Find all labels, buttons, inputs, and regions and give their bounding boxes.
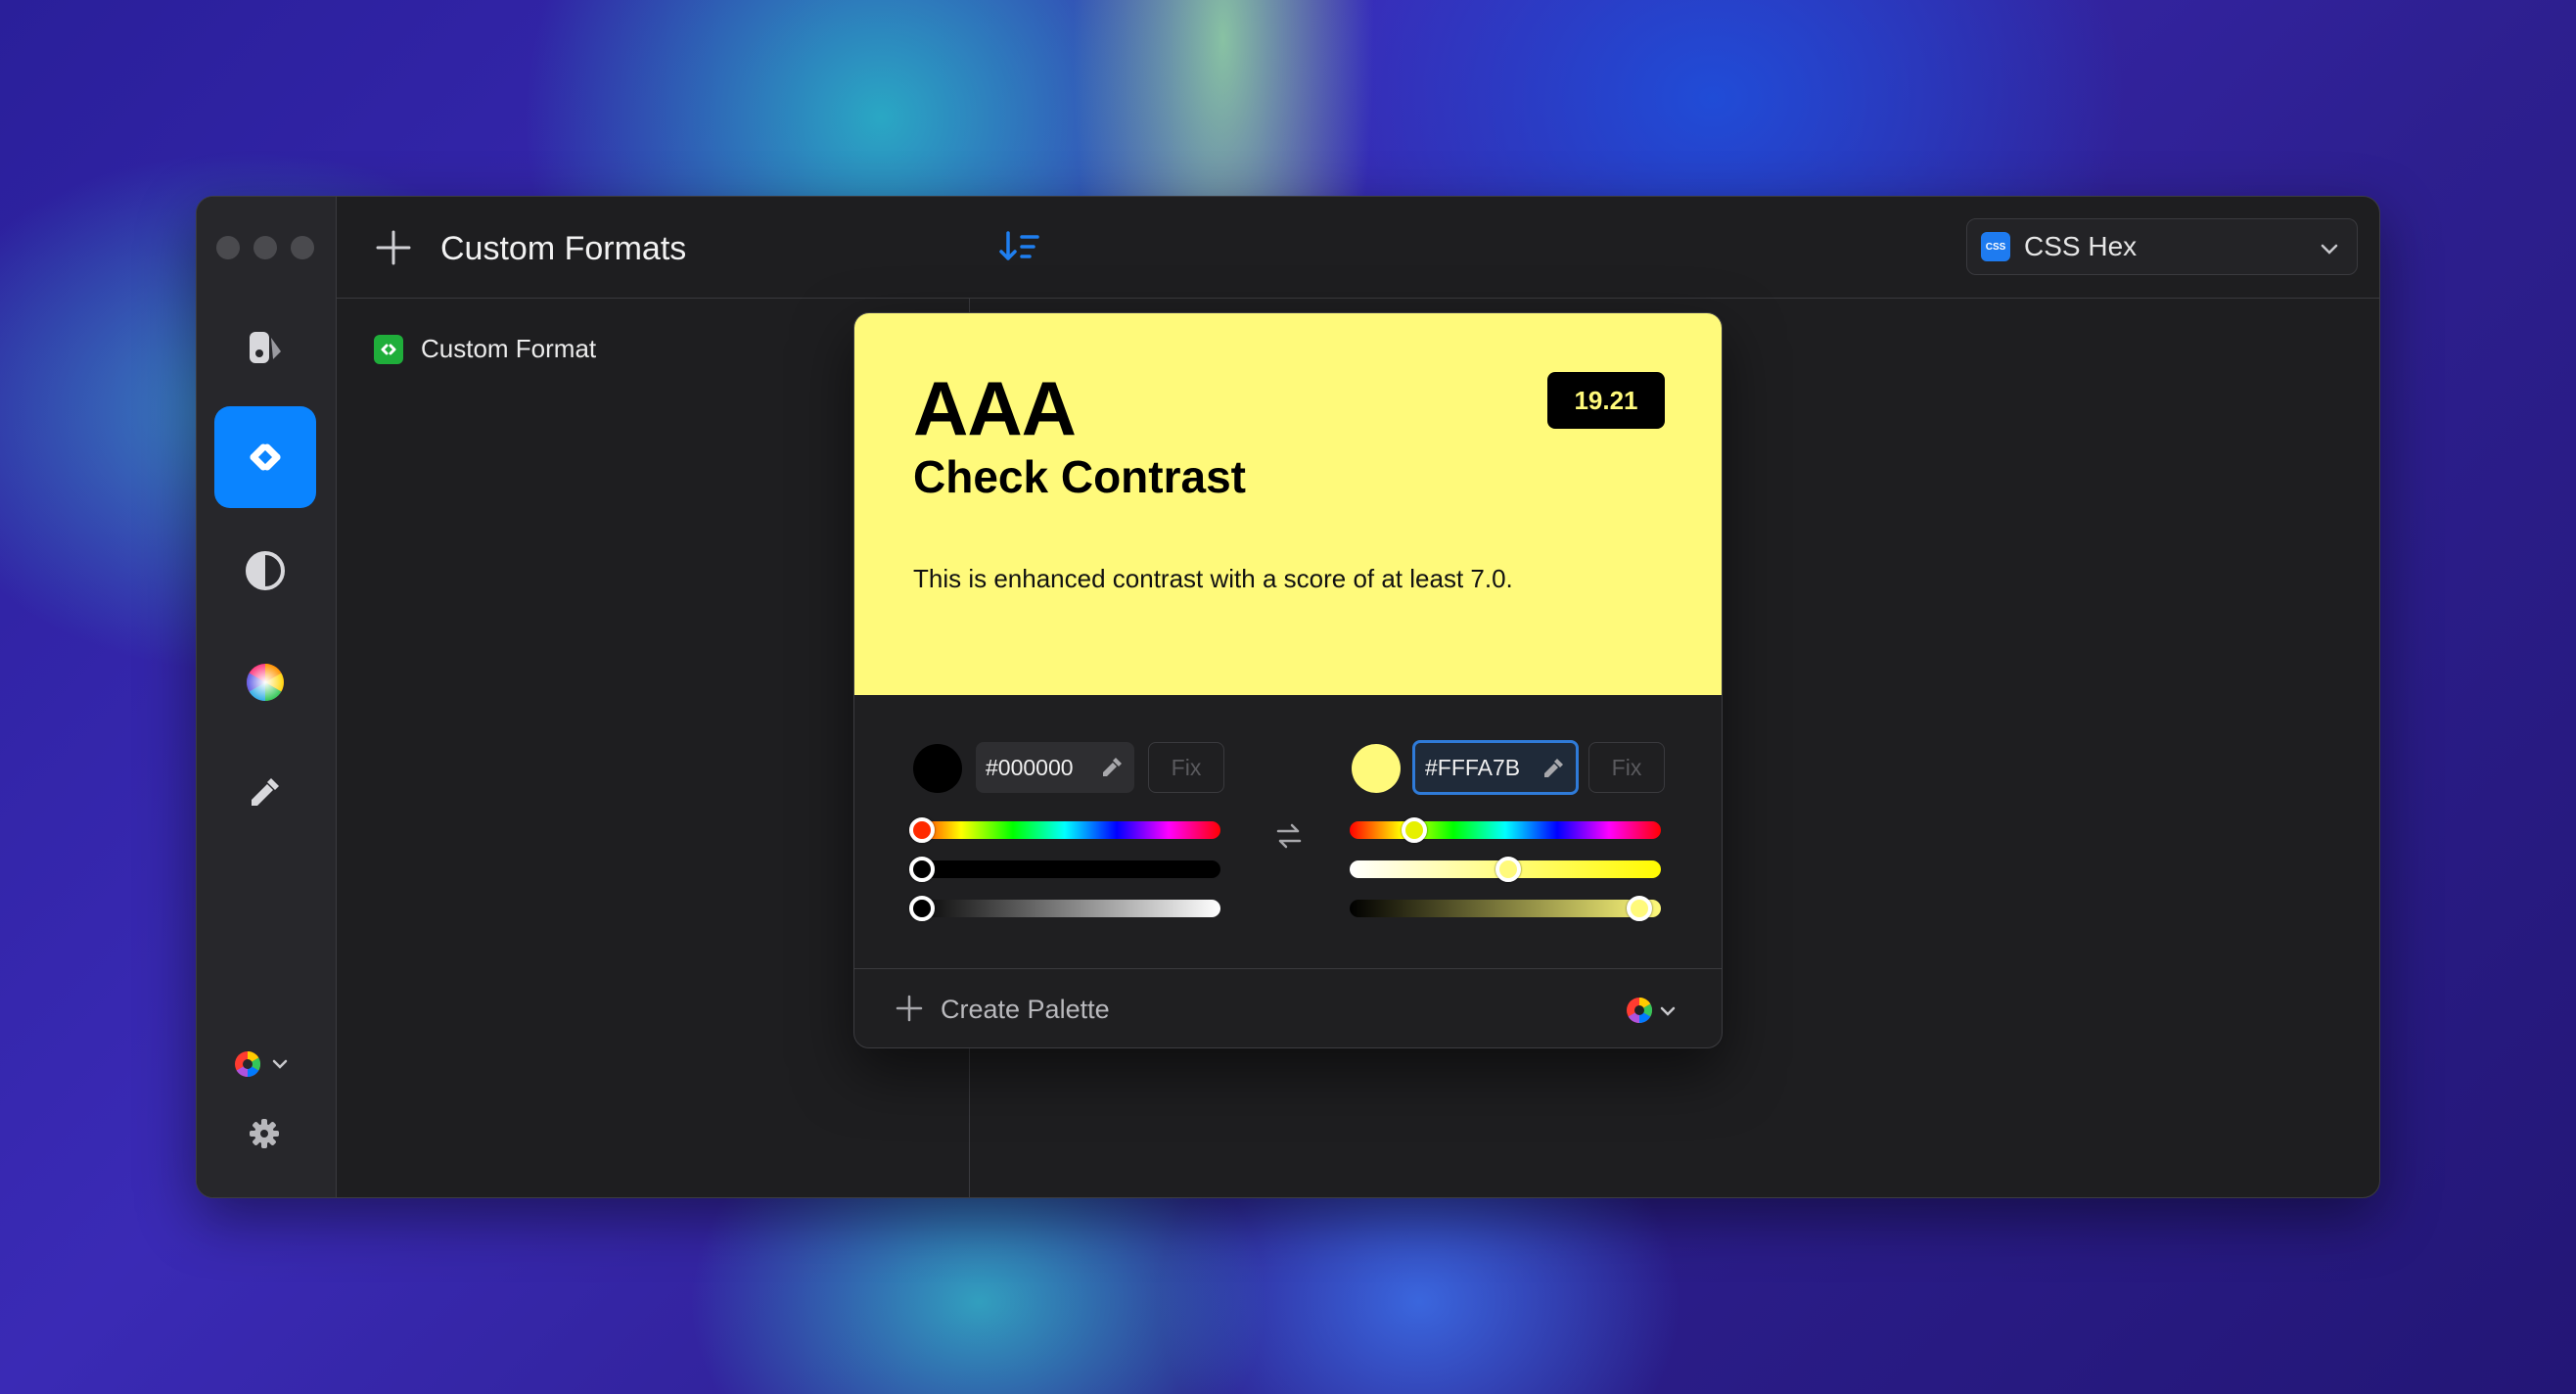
slider-thumb[interactable]	[909, 817, 935, 843]
sort-icon	[999, 231, 1039, 260]
code-format-icon	[374, 334, 403, 364]
sidebar-item-picker[interactable]	[214, 741, 316, 843]
sidebar-item-pick-colors[interactable]	[214, 297, 316, 398]
slider-thumb[interactable]	[1401, 817, 1427, 843]
color-wheel-icon	[235, 1050, 261, 1078]
contrast-preview: AAA Check Contrast 19.21 This is enhance…	[854, 313, 1722, 695]
list-item-label: Custom Format	[421, 334, 597, 363]
swap-colors-icon[interactable]	[1273, 820, 1305, 852]
background-hue-slider[interactable]	[1350, 817, 1661, 843]
color-wheel-icon	[247, 664, 284, 701]
background-saturation-slider[interactable]	[1350, 857, 1661, 882]
foreground-saturation-slider[interactable]	[909, 857, 1220, 882]
minimize-window-button[interactable]	[253, 236, 277, 259]
sidebar	[197, 197, 337, 1197]
background-swatch[interactable]	[1352, 744, 1401, 793]
color-controls: #000000 Fix #FFFA7B Fix	[854, 695, 1722, 969]
slider-thumb[interactable]	[1495, 857, 1521, 882]
sort-button[interactable]	[998, 229, 1041, 269]
sidebar-item-custom-formats[interactable]	[214, 406, 316, 508]
settings-button[interactable]	[248, 1117, 281, 1155]
create-palette-button[interactable]: Create Palette	[941, 995, 1110, 1025]
gear-icon	[250, 1119, 279, 1148]
zoom-window-button[interactable]	[291, 236, 314, 259]
eyedropper-icon	[252, 778, 279, 806]
background-hex-value: #FFFA7B	[1425, 754, 1521, 780]
background-lightness-slider[interactable]	[1350, 896, 1661, 921]
contrast-grade: AAA	[913, 365, 1077, 451]
chevron-down-icon	[2321, 244, 2338, 255]
slider-thumb[interactable]	[909, 896, 935, 921]
window-controls	[216, 236, 314, 259]
chevron-down-icon	[272, 1059, 288, 1069]
foreground-hex-field[interactable]: #000000	[976, 742, 1134, 793]
format-selector-label: CSS Hex	[2024, 231, 2138, 261]
slider-thumb[interactable]	[909, 857, 935, 882]
color-wheel-icon[interactable]	[1624, 995, 1655, 1026]
contrast-popover: AAA Check Contrast 19.21 This is enhance…	[853, 312, 1723, 1048]
contrast-description: This is enhanced contrast with a score o…	[913, 564, 1513, 593]
contrast-title: Check Contrast	[913, 451, 1246, 502]
format-selector[interactable]: CSS CSS Hex	[1966, 218, 2358, 275]
page-title: Custom Formats	[440, 230, 687, 267]
css-badge-icon: CSS	[1981, 232, 2010, 261]
plus-icon	[376, 230, 411, 265]
foreground-swatch[interactable]	[913, 744, 962, 793]
code-format-icon	[250, 443, 281, 471]
foreground-hex-value: #000000	[986, 754, 1074, 780]
background-hex-field[interactable]: #FFFA7B	[1412, 740, 1579, 795]
popover-footer: Create Palette	[854, 969, 1722, 1047]
toolbar: Custom Formats CSS CSS Hex	[337, 197, 2379, 299]
palette-menu-button[interactable]	[232, 1048, 289, 1080]
list-item[interactable]: Custom Format	[374, 334, 596, 364]
add-format-button[interactable]	[374, 228, 413, 267]
foreground-hue-slider[interactable]	[909, 817, 1220, 843]
contrast-score-badge: 19.21	[1547, 372, 1665, 429]
sidebar-item-contrast[interactable]	[214, 520, 316, 622]
slider-thumb[interactable]	[1627, 896, 1653, 921]
background-fix-button[interactable]: Fix	[1588, 742, 1665, 793]
foreground-fix-button[interactable]: Fix	[1148, 742, 1224, 793]
plus-icon[interactable]	[894, 993, 925, 1024]
eyedropper-palette-icon	[250, 332, 281, 363]
sidebar-item-color-wheel[interactable]	[214, 631, 316, 733]
chevron-down-icon[interactable]	[1659, 1002, 1677, 1020]
foreground-lightness-slider[interactable]	[909, 896, 1220, 921]
eyedropper-icon[interactable]	[1541, 756, 1566, 781]
contrast-icon	[246, 551, 285, 590]
close-window-button[interactable]	[216, 236, 240, 259]
eyedropper-icon[interactable]	[1099, 755, 1125, 780]
